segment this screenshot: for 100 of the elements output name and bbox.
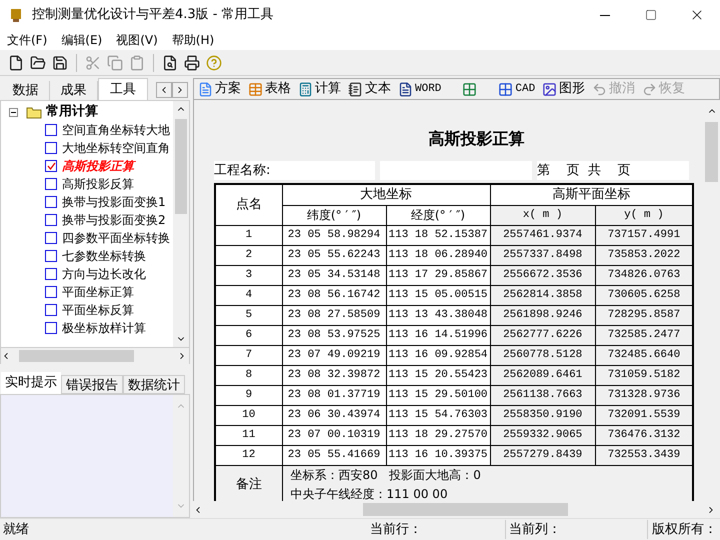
tree-item[interactable]: 大地坐标转空间直角 xyxy=(62,139,170,157)
collapse-toggle[interactable] xyxy=(9,108,18,116)
table-cell: 4 xyxy=(215,285,282,305)
table-cell: 728295.8587 xyxy=(595,305,693,325)
tree-checkbox[interactable] xyxy=(45,196,57,208)
status-text: 当前行： xyxy=(367,520,506,540)
table-cell: 2557279.8439 xyxy=(490,445,596,465)
toolbar-button[interactable]: 表格 xyxy=(248,79,291,99)
project-name-field[interactable]: 工程名称: xyxy=(214,161,375,180)
tab-scroll-left-button[interactable] xyxy=(156,82,172,98)
table-header: 大地坐标 xyxy=(282,184,490,205)
menu-item[interactable]: 文件(F) xyxy=(4,31,50,49)
panel-tab[interactable]: 错误报告 xyxy=(61,375,123,394)
table-cell: 730605.6258 xyxy=(595,285,693,305)
tree-checkbox[interactable] xyxy=(45,268,57,280)
tree-checkbox[interactable] xyxy=(45,304,57,316)
new-file-icon[interactable] xyxy=(8,54,24,70)
panel-tab[interactable]: 实时提示 xyxy=(1,372,61,394)
table-cell: 2562089.6461 xyxy=(490,365,596,385)
printer-icon[interactable] xyxy=(184,54,200,70)
word-document-icon xyxy=(398,82,413,96)
toolbar-button[interactable]: WORD xyxy=(398,80,442,98)
table-cell: 23 08 01.37719 xyxy=(282,385,386,405)
panel-tab[interactable]: 工具 xyxy=(98,78,148,100)
menu-item[interactable]: 视图(V) xyxy=(113,31,161,49)
print-preview-icon[interactable] xyxy=(162,54,178,70)
table-cell: 732485.6640 xyxy=(595,345,693,365)
table-cell: 113 13 43.38048 xyxy=(386,305,490,325)
scroll-thumb[interactable] xyxy=(175,119,187,214)
table-cell: 113 16 14.51996 xyxy=(386,325,490,345)
tab-scroll-right-button[interactable] xyxy=(172,82,188,98)
table-cell: 8 xyxy=(215,365,282,385)
table-cell: 6 xyxy=(215,325,282,345)
table-cell: 113 17 29.85867 xyxy=(386,265,490,285)
calculator-icon xyxy=(298,82,313,96)
table-cell: 23 06 30.43974 xyxy=(282,405,386,425)
tree-item[interactable]: 极坐标放样计算 xyxy=(62,319,146,337)
tree-item[interactable]: 换带与投影面变换1 xyxy=(62,193,166,211)
save-icon[interactable] xyxy=(52,54,68,70)
tree-item[interactable]: 空间直角坐标转大地 xyxy=(62,121,170,139)
scroll-thumb[interactable] xyxy=(363,503,568,516)
minimize-icon xyxy=(600,14,610,16)
tree-item[interactable]: 高斯投影正算 xyxy=(62,157,134,175)
table-cell: 3 xyxy=(215,265,282,285)
toolbar-button[interactable]: CAD xyxy=(498,80,536,98)
spreadsheet-icon xyxy=(462,82,478,96)
table-cell: 735853.2022 xyxy=(595,245,693,265)
panel-tab[interactable]: 数据统计 xyxy=(123,375,185,394)
tree-checkbox[interactable] xyxy=(45,178,57,190)
table-cell: 5 xyxy=(215,305,282,325)
open-folder-icon[interactable] xyxy=(30,54,46,70)
tree-checkbox[interactable] xyxy=(45,160,57,172)
picture-icon xyxy=(542,82,558,96)
tree-checkbox[interactable] xyxy=(45,250,57,262)
table-cell: 2561898.9246 xyxy=(490,305,596,325)
table-cell: 113 18 29.27570 xyxy=(386,425,490,445)
table-cell: 734826.0763 xyxy=(595,265,693,285)
toolbar-button[interactable]: 方案 xyxy=(198,79,241,99)
scroll-thumb[interactable] xyxy=(705,122,718,182)
toolbar-button[interactable]: 计算 xyxy=(298,79,341,99)
table-cell: 113 15 05.00515 xyxy=(386,285,490,305)
table-cell: 2562777.6226 xyxy=(490,325,596,345)
tree-item[interactable]: 平面坐标反算 xyxy=(62,301,134,319)
table-cell: 7 xyxy=(215,345,282,365)
tree-root-label[interactable]: 常用计算 xyxy=(46,102,98,122)
table-cell: 2562814.3858 xyxy=(490,285,596,305)
tree-item[interactable]: 平面坐标正算 xyxy=(62,283,134,301)
table-cell: 2557337.8498 xyxy=(490,245,596,265)
page-info: 第 页 共 页 xyxy=(537,161,689,180)
menu-item[interactable]: 编辑(E) xyxy=(58,31,106,49)
tree-item[interactable]: 七参数坐标转换 xyxy=(62,247,146,265)
toolbar-button[interactable]: 图形 xyxy=(542,79,586,99)
scroll-thumb[interactable] xyxy=(19,350,134,362)
table-cell: 732091.5539 xyxy=(595,405,693,425)
horizontal-scrollbar[interactable] xyxy=(0,348,190,364)
tree-checkbox[interactable] xyxy=(45,142,57,154)
table-cell: 113 18 06.28940 xyxy=(386,245,490,265)
menu-item[interactable]: 帮助(H) xyxy=(168,31,218,49)
tree-checkbox[interactable] xyxy=(45,124,57,136)
tree-item[interactable]: 高斯投影反算 xyxy=(62,175,134,193)
tree-item[interactable]: 四参数平面坐标转换 xyxy=(62,229,170,247)
tree-checkbox[interactable] xyxy=(45,286,57,298)
table-cell: 113 18 52.15387 xyxy=(386,225,490,245)
tree-item[interactable]: 方向与边长改化 xyxy=(62,265,146,283)
table-cell: 2560778.5128 xyxy=(490,345,596,365)
tree-checkbox[interactable] xyxy=(45,322,57,334)
tree-checkbox[interactable] xyxy=(45,214,57,226)
toolbar-button[interactable]: 文本 xyxy=(348,79,391,99)
table-header: 点名 xyxy=(215,184,282,225)
table-cell: 2557461.9374 xyxy=(490,225,596,245)
table-cell: 11 xyxy=(215,425,282,445)
tree-checkbox[interactable] xyxy=(45,232,57,244)
table-cell: 2558350.9190 xyxy=(490,405,596,425)
folder-icon xyxy=(26,106,42,118)
remark-text: 坐标系：西安80 投影面大地高：0 xyxy=(290,466,482,484)
vertical-scrollbar[interactable] xyxy=(173,101,189,347)
tree-item[interactable]: 换带与投影面变换2 xyxy=(62,211,166,229)
table-cell: 23 05 34.53148 xyxy=(282,265,386,285)
spreadsheet-button[interactable] xyxy=(462,82,478,96)
table-cell: 23 08 56.16742 xyxy=(282,285,386,305)
